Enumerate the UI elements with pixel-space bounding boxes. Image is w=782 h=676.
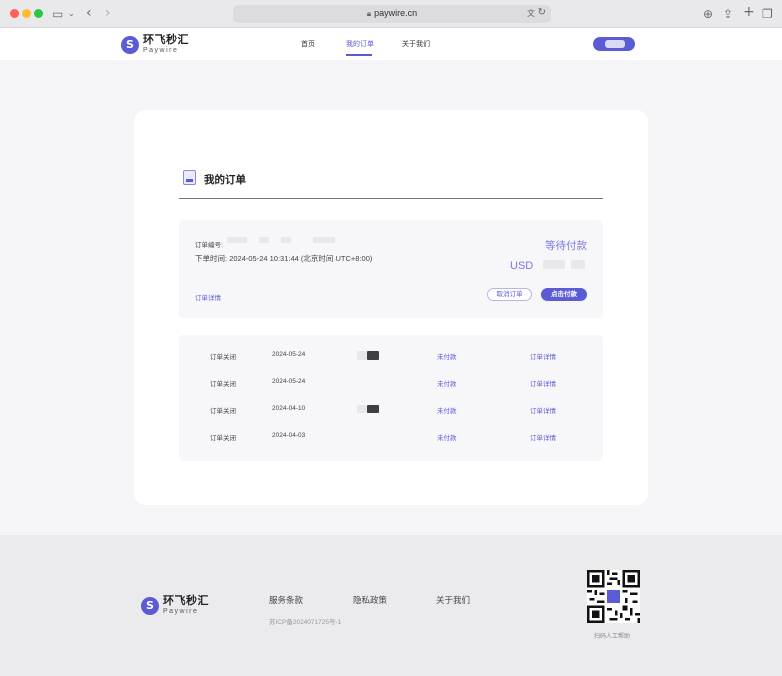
order-list-icon bbox=[183, 170, 196, 185]
redacted-amount bbox=[543, 260, 565, 269]
header-logo[interactable]: S 环飞秒汇 Paywire bbox=[121, 35, 189, 54]
download-icon[interactable]: ⊕ bbox=[703, 6, 713, 22]
share-icon[interactable]: ⇪ bbox=[723, 6, 733, 22]
order-currency: USD bbox=[510, 260, 534, 272]
row-date: 2024-04-10 bbox=[272, 405, 306, 412]
redacted-amount bbox=[357, 405, 367, 413]
row-date: 2024-04-03 bbox=[272, 432, 306, 439]
row-status: 订单关闭 bbox=[210, 381, 236, 388]
sidebar-icon[interactable]: ▭ bbox=[52, 6, 63, 22]
row-date: 2024-05-24 bbox=[272, 351, 306, 358]
browser-toolbar: ▭ ⌄ ‹ › 🔒︎ paywire.cn ↻ 文 ⊕ ⇪ + ❐ bbox=[0, 0, 782, 28]
brand-name-en: Paywire bbox=[143, 47, 179, 54]
table-row: 订单关闭 2024-05-24 未付款 订单详情 bbox=[179, 345, 603, 365]
address-bar[interactable]: 🔒︎ paywire.cn ↻ 文 bbox=[233, 5, 551, 23]
order-time-value: 2024-05-24 10:31:44 (北京时间 UTC+8:00) bbox=[229, 254, 373, 263]
title-divider bbox=[179, 198, 603, 199]
nav-my-orders[interactable]: 我的订单 bbox=[346, 39, 374, 49]
brand-name-en: Paywire bbox=[163, 608, 199, 615]
pay-button[interactable]: 点击付款 bbox=[541, 288, 587, 301]
reload-icon[interactable]: ↻ bbox=[538, 7, 546, 18]
row-detail-link[interactable]: 订单详情 bbox=[530, 351, 556, 361]
row-status: 订单关闭 bbox=[210, 408, 236, 415]
back-icon[interactable]: ‹ bbox=[86, 5, 92, 21]
brand-name-cn: 环飞秒汇 bbox=[143, 34, 189, 46]
redacted-amount bbox=[357, 351, 367, 360]
cancel-order-button[interactable]: 取消订单 bbox=[487, 288, 532, 301]
icp-license[interactable]: 苏ICP备2024071725号-1 bbox=[269, 616, 341, 626]
footer-link-about[interactable]: 关于我们 bbox=[436, 594, 470, 606]
footer-link-privacy[interactable]: 隐私政策 bbox=[353, 594, 387, 606]
table-row: 订单关闭 2024-04-03 未付款 订单详情 bbox=[179, 426, 603, 446]
row-detail-link[interactable]: 订单详情 bbox=[530, 378, 556, 388]
redacted-amount-part bbox=[367, 351, 379, 360]
forward-icon[interactable]: › bbox=[105, 5, 111, 21]
order-detail-link[interactable]: 订单详情 bbox=[195, 292, 221, 302]
site-header: S 环飞秒汇 Paywire 首页 我的订单 关于我们 bbox=[0, 28, 782, 60]
nav-about[interactable]: 关于我们 bbox=[402, 39, 430, 49]
order-number-label: 订单编号: bbox=[195, 242, 223, 249]
lock-icon: 🔒︎ bbox=[366, 9, 372, 18]
table-row: 订单关闭 2024-05-24 未付款 订单详情 bbox=[179, 372, 603, 392]
row-status: 订单关闭 bbox=[210, 435, 236, 442]
footer-logo[interactable]: S 环飞秒汇 Paywire bbox=[141, 596, 209, 615]
logo-icon: S bbox=[121, 35, 139, 54]
redacted-amount-part bbox=[367, 405, 379, 413]
row-detail-link[interactable]: 订单详情 bbox=[530, 432, 556, 442]
footer-link-terms[interactable]: 服务条款 bbox=[269, 594, 303, 606]
row-payment-status: 未付款 bbox=[437, 408, 457, 415]
redacted-username bbox=[605, 40, 625, 48]
row-status: 订单关闭 bbox=[210, 354, 236, 361]
row-detail-link[interactable]: 订单详情 bbox=[530, 405, 556, 415]
chevron-down-icon[interactable]: ⌄ bbox=[68, 6, 75, 22]
nav-active-indicator bbox=[346, 54, 372, 56]
logo-icon: S bbox=[141, 596, 159, 615]
table-row: 订单关闭 2024-04-10 未付款 订单详情 bbox=[179, 399, 603, 419]
redacted-order-number bbox=[227, 237, 247, 243]
row-payment-status: 未付款 bbox=[437, 435, 457, 442]
url-text: paywire.cn bbox=[374, 8, 418, 18]
minimize-window-button[interactable] bbox=[22, 9, 31, 18]
redacted-order-number-part bbox=[259, 237, 269, 243]
redacted-amount-part bbox=[571, 260, 585, 269]
orders-card: 我的订单 订单编号: 下单时间: 2024-05-24 10:31:44 (北京… bbox=[134, 110, 648, 505]
row-payment-status: 未付款 bbox=[437, 354, 457, 361]
site-footer: S 环飞秒汇 Paywire 服务条款 隐私政策 关于我们 苏ICP备20240… bbox=[0, 535, 782, 676]
brand-name-cn: 环飞秒汇 bbox=[163, 595, 209, 607]
zoom-window-button[interactable] bbox=[34, 9, 43, 18]
order-status: 等待付款 bbox=[545, 240, 587, 252]
tabs-icon[interactable]: ❐ bbox=[762, 6, 773, 22]
qr-caption: 扫码人工帮助 bbox=[594, 634, 631, 640]
order-history-list: 订单关闭 2024-05-24 未付款 订单详情 订单关闭 2024-05-24… bbox=[179, 335, 603, 461]
translate-icon[interactable]: 文 bbox=[527, 8, 535, 19]
nav-home[interactable]: 首页 bbox=[301, 39, 315, 49]
redacted-order-number-part bbox=[281, 237, 291, 243]
row-date: 2024-05-24 bbox=[272, 378, 306, 385]
redacted-order-number-part bbox=[313, 237, 335, 243]
pending-order-panel: 订单编号: 下单时间: 2024-05-24 10:31:44 (北京时间 UT… bbox=[179, 220, 603, 318]
user-account-button[interactable] bbox=[593, 37, 635, 51]
order-time-label: 下单时间: bbox=[195, 254, 228, 263]
page-title: 我的订单 bbox=[204, 174, 246, 186]
close-window-button[interactable] bbox=[10, 9, 19, 18]
support-qr-code bbox=[587, 570, 640, 623]
order-time: 下单时间: 2024-05-24 10:31:44 (北京时间 UTC+8:00… bbox=[195, 253, 372, 264]
row-payment-status: 未付款 bbox=[437, 381, 457, 388]
new-tab-icon[interactable]: + bbox=[743, 4, 755, 20]
